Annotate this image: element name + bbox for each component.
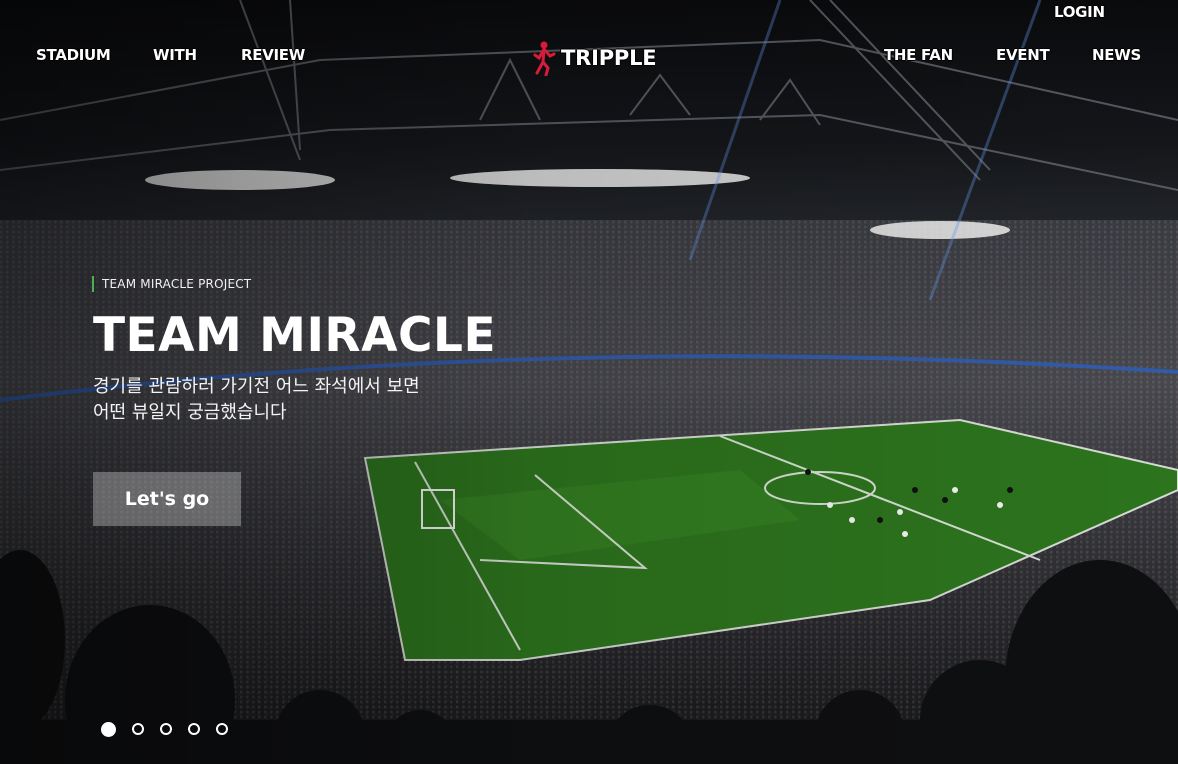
eyebrow-label: TEAM MIRACLE PROJECT [102,277,252,291]
lets-go-button[interactable]: Let's go [93,472,241,526]
nav-item-review[interactable]: REVIEW [241,46,305,64]
nav-item-news[interactable]: NEWS [1092,46,1141,64]
nav-item-stadium[interactable]: STADIUM [36,46,111,64]
hero-description: 경기를 관람하러 가기전 어느 좌석에서 보면 어떤 뷰일지 궁금했습니다 [93,376,420,423]
accent-bar [92,276,94,292]
brand-logo-link[interactable]: TRIPPLE [531,40,657,76]
slider-dot-5[interactable] [216,723,228,735]
login-link[interactable]: LOGIN [1054,3,1105,21]
slider-dot-3[interactable] [160,723,172,735]
nav-item-event[interactable]: EVENT [996,46,1050,64]
nav-item-with[interactable]: WITH [153,46,197,64]
slider-dot-4[interactable] [188,723,200,735]
slider-pagination [101,722,228,737]
brand-name: TRIPPLE [561,46,657,70]
slider-dot-1[interactable] [101,722,116,737]
hero-title: TEAM MIRACLE [93,308,497,363]
slider-dot-2[interactable] [132,723,144,735]
hero-eyebrow: TEAM MIRACLE PROJECT [92,276,251,292]
player-silhouette-icon [533,41,556,76]
nav-item-the-fan[interactable]: THE FAN [884,46,953,64]
